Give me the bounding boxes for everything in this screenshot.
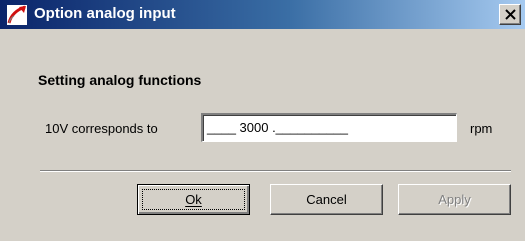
title-bar[interactable]: Option analog input [0,0,525,29]
apply-button[interactable]: Apply [398,184,511,215]
window-title: Option analog input [34,5,176,22]
dialog-window: Option analog input Setting analog funct… [0,0,525,241]
cancel-button-label: Cancel [306,192,347,207]
cancel-button[interactable]: Cancel [270,184,383,215]
app-icon [7,5,27,25]
section-heading: Setting analog functions [38,72,202,88]
close-icon [505,9,516,20]
ok-button-label: Ok [185,192,202,207]
apply-button-label: Apply [438,192,471,207]
close-button[interactable] [499,4,521,25]
ok-button[interactable]: Ok [137,184,250,215]
unit-label: rpm [470,121,493,136]
field-label: 10V corresponds to [45,121,158,136]
separator [40,170,511,172]
rpm-input-field[interactable]: ____ 3000 .__________ [201,113,457,142]
